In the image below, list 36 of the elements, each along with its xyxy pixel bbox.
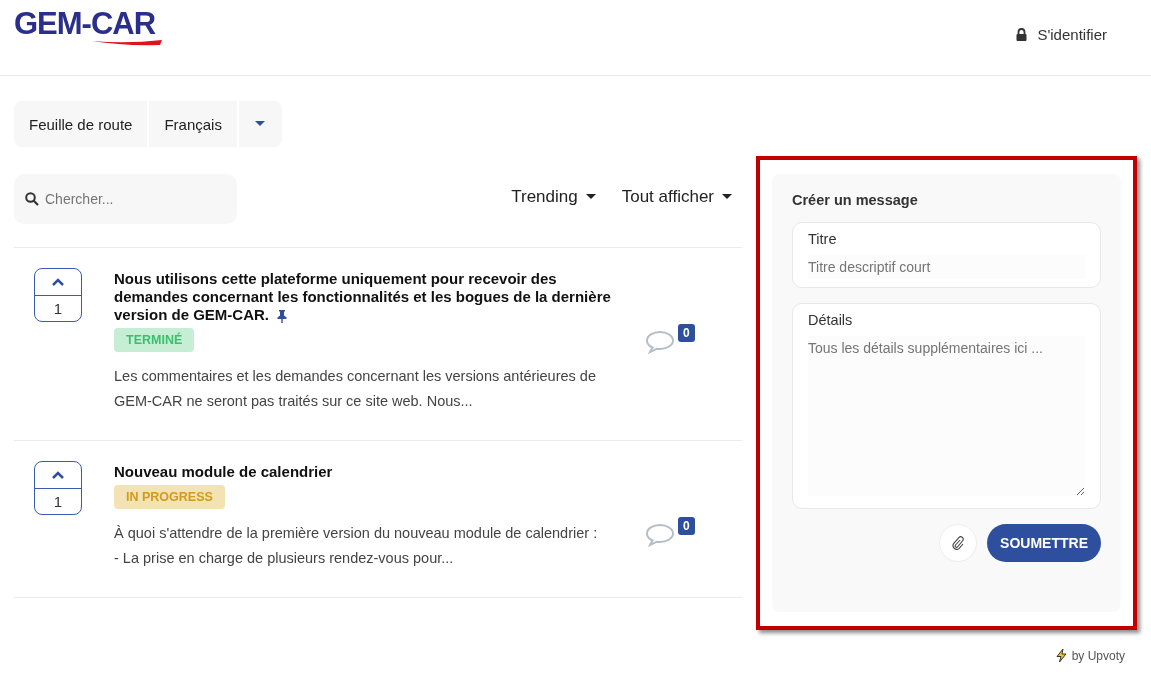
post-title[interactable]: Nous utilisons cette plateforme uniquement pour recevoir des demandes concernant les fonctionnalités et les bogues de la dernière version de GEM-CAR. <box>114 270 629 324</box>
credit-link[interactable]: by Upvoty <box>1071 648 1125 663</box>
upvote-button[interactable]: 1 <box>34 461 82 515</box>
form-heading: Créer un message <box>792 192 919 208</box>
form-field[interactable]: Titre Titre descriptif court <box>792 222 1101 288</box>
chevron-up-icon <box>52 471 64 479</box>
paperclip-icon <box>952 536 965 550</box>
comment-count: 0 <box>678 324 695 342</box>
comment-icon <box>645 330 675 354</box>
caret-icon <box>585 193 596 200</box>
field-label: Titre <box>808 231 838 247</box>
post-excerpt: À quoi s'attendre de la première version du nouveau module de calendrier : - La prise en charge de plusieurs rendez-vous pour... <box>114 524 599 568</box>
pin-icon <box>277 309 288 323</box>
chevron-up-icon <box>52 278 64 286</box>
status-tag: IN PROGRESS <box>114 485 225 509</box>
filter-dropdown[interactable]: Trending <box>511 186 596 207</box>
comment-icon <box>645 523 675 547</box>
filter-dropdown[interactable]: Tout afficher <box>621 186 732 207</box>
search-field[interactable]: Chercher... <box>14 174 237 224</box>
login-link[interactable]: S'identifier <box>1016 26 1107 43</box>
nav-tab[interactable]: Français <box>149 101 237 147</box>
post-excerpt: Les commentaires et les demandes concernant les versions antérieures de GEM-CAR ne seront pas traités sur ce site web. Nous... <box>114 367 597 411</box>
comment-count: 0 <box>678 517 695 535</box>
logo[interactable]: GEM-CAR <box>14 8 162 40</box>
lock-icon <box>1016 28 1028 41</box>
lightning-icon <box>1054 648 1068 663</box>
post-title[interactable]: Nouveau module de calendrier <box>114 463 629 481</box>
submit-button[interactable]: SOUMETTRE <box>987 524 1101 562</box>
upvote-button[interactable]: 1 <box>34 268 82 322</box>
form-field[interactable]: Détails Tous les détails supplémentaires ici ... <box>792 303 1101 509</box>
caret-icon <box>255 121 266 127</box>
status-tag: TERMINÉ <box>114 328 195 352</box>
field-label: Détails <box>808 312 854 328</box>
attach-button[interactable] <box>939 524 978 562</box>
nav-tab[interactable]: Feuille de route <box>14 101 148 147</box>
caret-icon <box>722 193 732 200</box>
